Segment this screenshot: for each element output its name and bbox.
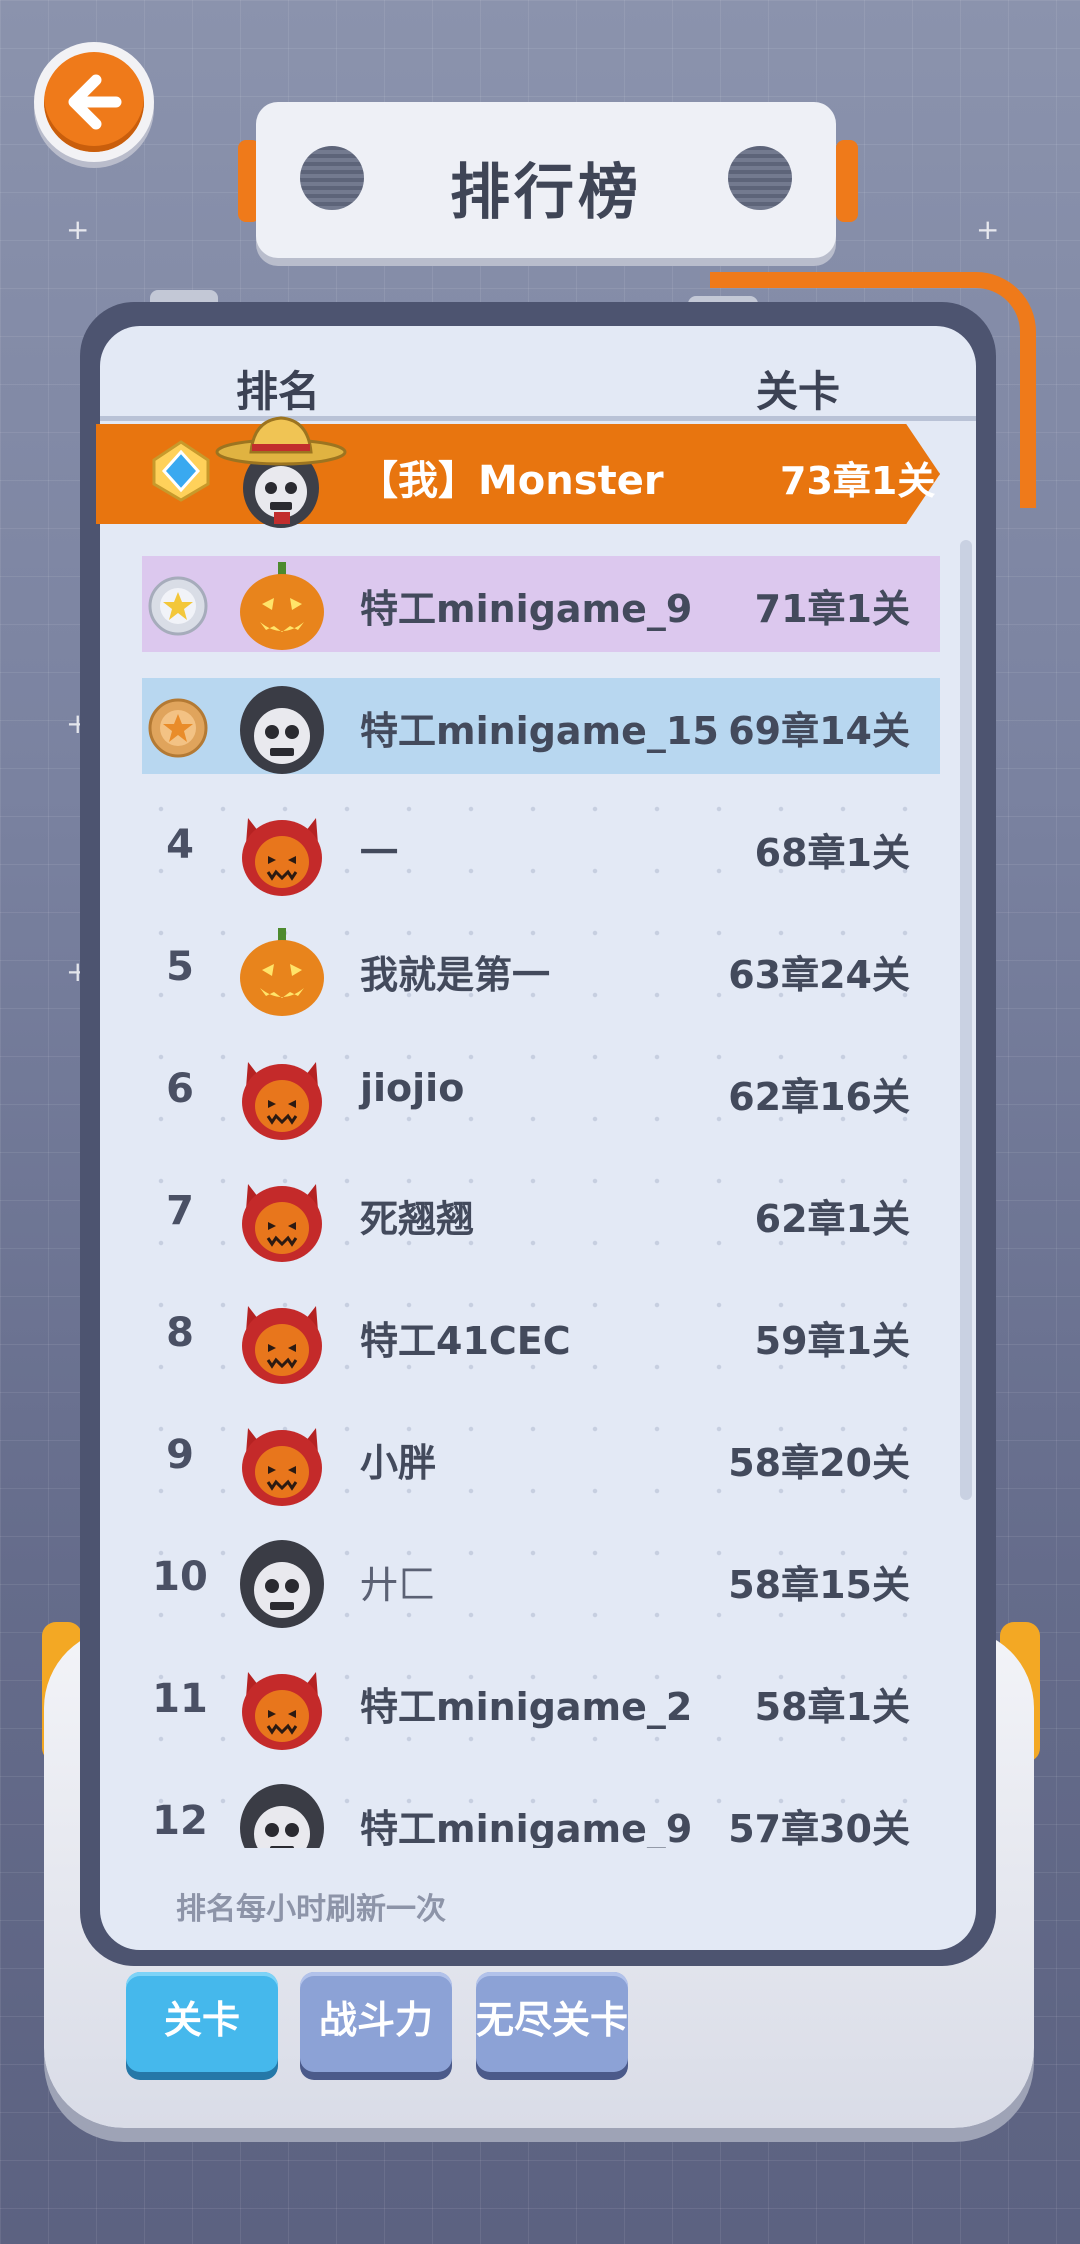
scrollbar[interactable]: [960, 540, 972, 1500]
rank-number: 10: [152, 1554, 208, 1600]
player-level: 57章30关: [728, 1807, 910, 1848]
player-name: 小胖: [360, 1441, 437, 1485]
player-name: 死翘翘: [360, 1197, 475, 1241]
back-button[interactable]: [34, 42, 154, 162]
table-row[interactable]: 4 一 68章1关: [142, 800, 940, 896]
table-row[interactable]: 12 特工minigame_9 57章30关: [142, 1776, 940, 1848]
devil-avatar: [242, 1428, 322, 1506]
silver-medal-icon: [148, 576, 208, 636]
rank-number: 7: [166, 1188, 194, 1234]
devil-avatar: [242, 1672, 322, 1750]
rank-number: 6: [166, 1066, 194, 1112]
column-rank-label: 排名: [236, 367, 321, 416]
devil-avatar: [242, 1184, 322, 1262]
player-name: 特工minigame_9: [360, 1807, 693, 1848]
player-level: 69章14关: [728, 709, 910, 753]
player-level: 63章24关: [728, 953, 910, 997]
plus-decoration: +: [976, 213, 1000, 246]
player-name: 一: [360, 831, 399, 875]
bronze-medal-icon: [148, 698, 208, 758]
player-level: 59章1关: [754, 1319, 910, 1363]
diamond-badge-icon: [152, 440, 210, 502]
table-row[interactable]: 特工minigame_9 71章1关: [142, 556, 940, 652]
my-level: 73章1关: [780, 459, 936, 503]
page-title: 排行榜: [450, 158, 642, 228]
devil-avatar: [242, 1062, 322, 1140]
tab-power[interactable]: 战斗力: [300, 1972, 452, 2072]
table-row[interactable]: 7 死翘翘 62章1关: [142, 1166, 940, 1262]
player-level: 62章1关: [754, 1197, 910, 1241]
player-level: 71章1关: [754, 587, 910, 631]
rank-number: 8: [166, 1310, 194, 1356]
skull-avatar: [240, 1784, 324, 1848]
player-name: 我就是第一: [360, 953, 551, 997]
tab-endless[interactable]: 无尽关卡: [476, 1972, 628, 2072]
tab-level[interactable]: 关卡: [126, 1972, 278, 2072]
skull-avatar: [240, 1540, 324, 1628]
table-row[interactable]: 6 jiojio 62章16关: [142, 1044, 940, 1140]
pumpkin-avatar: [240, 928, 324, 1016]
back-button-face[interactable]: [44, 52, 144, 152]
rank-number: 9: [166, 1432, 194, 1478]
arrow-left-icon: [68, 74, 122, 130]
player-name: 特工minigame_2: [360, 1685, 693, 1729]
pumpkin-avatar: [240, 562, 324, 650]
table-row[interactable]: 10 廾匚 58章15关: [142, 1532, 940, 1628]
player-name: jiojio: [360, 1066, 465, 1110]
player-level: 68章1关: [754, 831, 910, 875]
skull-avatar: [240, 686, 324, 774]
table-row[interactable]: 11 特工minigame_2 58章1关: [142, 1654, 940, 1750]
table-row[interactable]: 特工minigame_15 69章14关: [142, 678, 940, 774]
straw-hat-skull-avatar: [215, 416, 347, 528]
refresh-note: 排名每小时刷新一次: [176, 1892, 446, 1927]
title-plate-tab-right: [836, 140, 858, 222]
column-level-label: 关卡: [756, 367, 841, 416]
player-name: 特工41CEC: [360, 1319, 571, 1363]
table-row[interactable]: 8 特工41CEC 59章1关: [142, 1288, 940, 1384]
player-level: 58章15关: [728, 1563, 910, 1607]
player-name: 特工minigame_15: [360, 709, 719, 753]
devil-avatar: [242, 1306, 322, 1384]
column-header: 排名 关卡: [100, 354, 976, 418]
rank-number: 5: [166, 944, 194, 990]
rank-number: 11: [152, 1676, 208, 1722]
player-level: 58章20关: [728, 1441, 910, 1485]
table-row[interactable]: 9 小胖 58章20关: [142, 1410, 940, 1506]
player-name: 特工minigame_9: [360, 587, 693, 631]
rank-number: 12: [152, 1798, 208, 1844]
rank-number: 4: [166, 822, 194, 868]
devil-avatar: [242, 818, 322, 896]
player-name: 廾匚: [360, 1563, 437, 1607]
table-row[interactable]: 5 我就是第一 63章24关: [142, 922, 940, 1018]
player-level: 58章1关: [754, 1685, 910, 1729]
my-name: 【我】Monster: [358, 458, 664, 504]
plus-decoration: +: [66, 213, 90, 246]
title-plate: 排行榜: [256, 102, 836, 258]
player-level: 62章16关: [728, 1075, 910, 1119]
